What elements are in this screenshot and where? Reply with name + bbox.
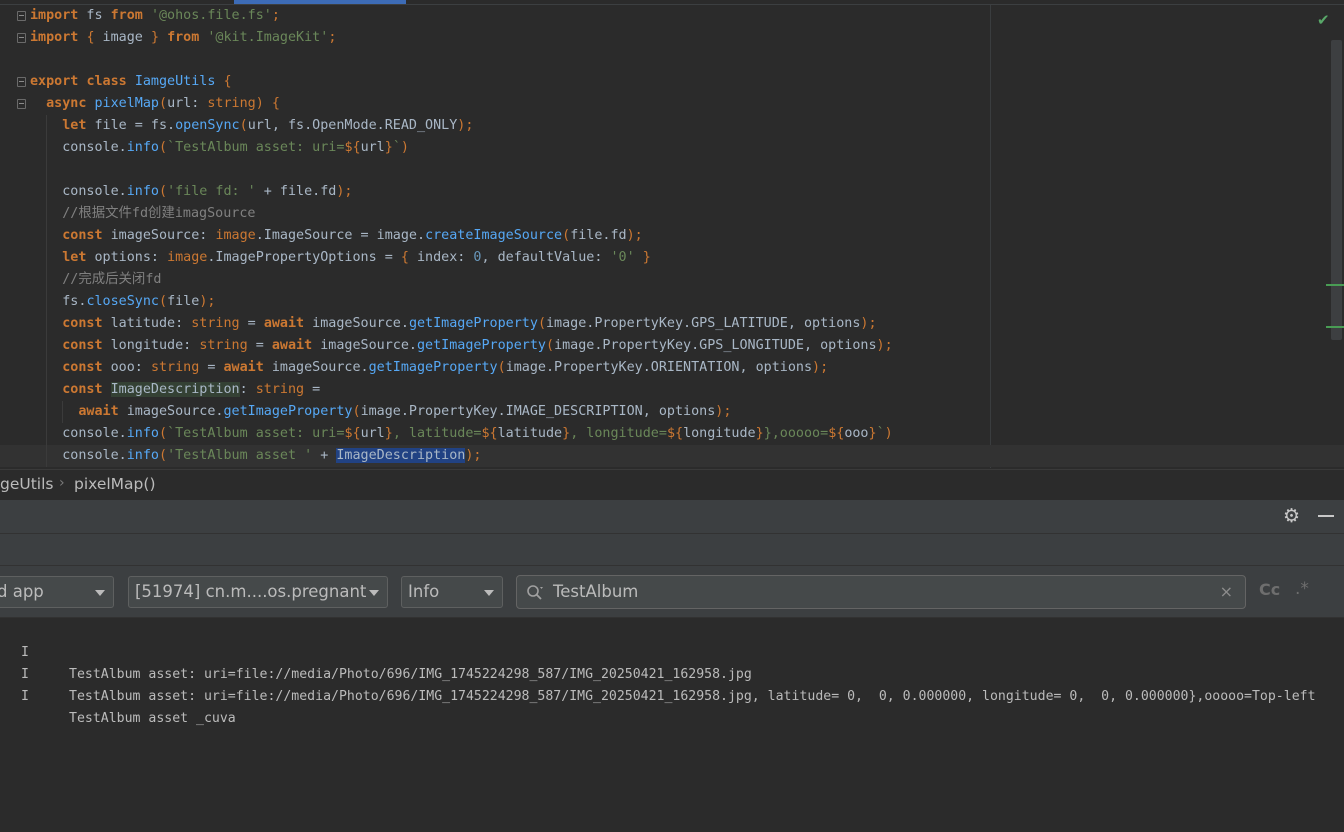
- code-line-text: export class IamgeUtils {: [30, 74, 232, 89]
- process-filter-select[interactable]: [51974] cn.m....os.pregnant: [128, 576, 388, 608]
- code-area[interactable]: import fs from '@ohos.file.fs'; import {…: [0, 5, 1344, 467]
- code-line[interactable]: const longitude: string = await imageSou…: [0, 335, 1344, 357]
- gear-icon[interactable]: ⚙: [1283, 506, 1303, 526]
- fold-icon[interactable]: [17, 77, 26, 87]
- code-line[interactable]: const ImageDescription: string =: [0, 379, 1344, 401]
- code-line-text: async pixelMap(url: string) {: [46, 96, 280, 111]
- fold-icon[interactable]: [17, 33, 26, 43]
- app-filter-value: d app: [0, 582, 44, 601]
- code-line[interactable]: console.info(`TestAlbum asset: uri=${url…: [0, 137, 1344, 159]
- breadcrumb-class[interactable]: geUtils: [0, 475, 54, 493]
- chevron-down-icon: [369, 590, 379, 596]
- code-line[interactable]: //根据文件fd创建imagSource: [0, 203, 1344, 225]
- fold-icon[interactable]: [17, 99, 26, 109]
- chevron-down-icon: [95, 590, 105, 596]
- code-line-text: console.info('file fd: ' + file.fd);: [30, 184, 353, 199]
- chevron-right-icon: ›: [59, 475, 65, 491]
- process-filter-value: [51974] cn.m....os.pregnant: [135, 582, 367, 601]
- log-tool-tabs: [0, 533, 1344, 565]
- code-line[interactable]: async pixelMap(url: string) {: [0, 93, 1344, 115]
- log-search-input[interactable]: TestAlbum ×: [516, 575, 1246, 609]
- code-line[interactable]: const latitude: string = await imageSour…: [0, 313, 1344, 335]
- log-level-select[interactable]: Info: [401, 576, 503, 608]
- log-output[interactable]: I TestAlbum asset: uri=file://media/Phot…: [0, 617, 1344, 832]
- code-line-text: const longitude: string = await imageSou…: [62, 338, 893, 353]
- code-line-text: fs.closeSync(file);: [30, 294, 216, 309]
- code-line-text: const ImageDescription: string =: [62, 382, 321, 397]
- code-line-text: let options: image.ImagePropertyOptions …: [62, 250, 651, 265]
- code-line[interactable]: export class IamgeUtils {: [0, 71, 1344, 93]
- code-line-text: const latitude: string = await imageSour…: [62, 316, 877, 331]
- code-line[interactable]: console.info('file fd: ' + file.fd);: [0, 181, 1344, 203]
- search-icon[interactable]: [525, 577, 547, 614]
- fold-icon[interactable]: [17, 11, 26, 21]
- log-message: TestAlbum asset: uri=file://media/Photo/…: [69, 689, 1316, 704]
- code-line-text: let file = fs.openSync(url, fs.OpenMode.…: [62, 118, 474, 133]
- code-line-text: console.info(`TestAlbum asset: uri=${url…: [30, 140, 409, 155]
- code-line-text: import fs from '@ohos.file.fs';: [30, 8, 280, 23]
- chevron-down-icon: [484, 590, 494, 596]
- code-line[interactable]: import { image } from '@kit.ImageKit';: [0, 27, 1344, 49]
- breadcrumb-method[interactable]: pixelMap(): [74, 475, 156, 493]
- match-case-icon[interactable]: Cc: [1259, 580, 1280, 599]
- log-filter-bar: d app [51974] cn.m....os.pregnant Info T…: [0, 565, 1344, 617]
- log-message: TestAlbum asset _cuva: [69, 711, 236, 726]
- log-row[interactable]: I TestAlbum asset _cuva: [0, 664, 1344, 726]
- code-editor[interactable]: ✔ import fs from '@ohos.file.fs'; import…: [0, 0, 1344, 468]
- regex-icon[interactable]: .*: [1295, 579, 1309, 599]
- code-line[interactable]: const ooo: string = await imageSource.ge…: [0, 357, 1344, 379]
- code-line[interactable]: [0, 49, 1344, 71]
- log-level: I: [21, 689, 29, 704]
- code-line-text: await imageSource.getImageProperty(image…: [78, 404, 732, 419]
- code-line-text: console.info(`TestAlbum asset: uri=${url…: [30, 426, 893, 441]
- code-line[interactable]: fs.closeSync(file);: [0, 291, 1344, 313]
- code-line[interactable]: let file = fs.openSync(url, fs.OpenMode.…: [0, 115, 1344, 137]
- code-comment: //根据文件fd创建imagSource: [30, 206, 256, 221]
- code-line[interactable]: console.info(`TestAlbum asset: uri=${url…: [0, 423, 1344, 445]
- log-tool-header: ⚙: [0, 499, 1344, 533]
- log-row[interactable]: I TestAlbum asset: uri=file://media/Phot…: [0, 620, 1344, 682]
- minimize-icon[interactable]: [1318, 515, 1334, 517]
- close-icon[interactable]: ×: [1220, 576, 1233, 608]
- search-value: TestAlbum: [553, 582, 639, 601]
- indent-guide: [46, 159, 47, 181]
- code-line[interactable]: await imageSource.getImageProperty(image…: [0, 401, 1344, 423]
- log-row[interactable]: I TestAlbum asset: uri=file://media/Phot…: [0, 642, 1344, 704]
- code-line-text: const ooo: string = await imageSource.ge…: [62, 360, 829, 375]
- code-line-text: console.info('TestAlbum asset ' + ImageD…: [30, 448, 482, 463]
- code-line[interactable]: //完成后关闭fd: [0, 269, 1344, 291]
- code-comment: //完成后关闭fd: [30, 272, 162, 287]
- log-level-value: Info: [408, 582, 440, 601]
- code-line-text: import { image } from '@kit.ImageKit';: [30, 30, 337, 45]
- code-line[interactable]: let options: image.ImagePropertyOptions …: [0, 247, 1344, 269]
- code-line[interactable]: [0, 159, 1344, 181]
- code-line[interactable]: import fs from '@ohos.file.fs';: [0, 5, 1344, 27]
- code-line[interactable]: const imageSource: image.ImageSource = i…: [0, 225, 1344, 247]
- app-filter-select[interactable]: d app: [0, 576, 114, 608]
- code-line-current[interactable]: console.info('TestAlbum asset ' + ImageD…: [0, 445, 1344, 467]
- code-line-text: const imageSource: image.ImageSource = i…: [62, 228, 643, 243]
- breadcrumb: geUtils › pixelMap(): [0, 469, 1344, 499]
